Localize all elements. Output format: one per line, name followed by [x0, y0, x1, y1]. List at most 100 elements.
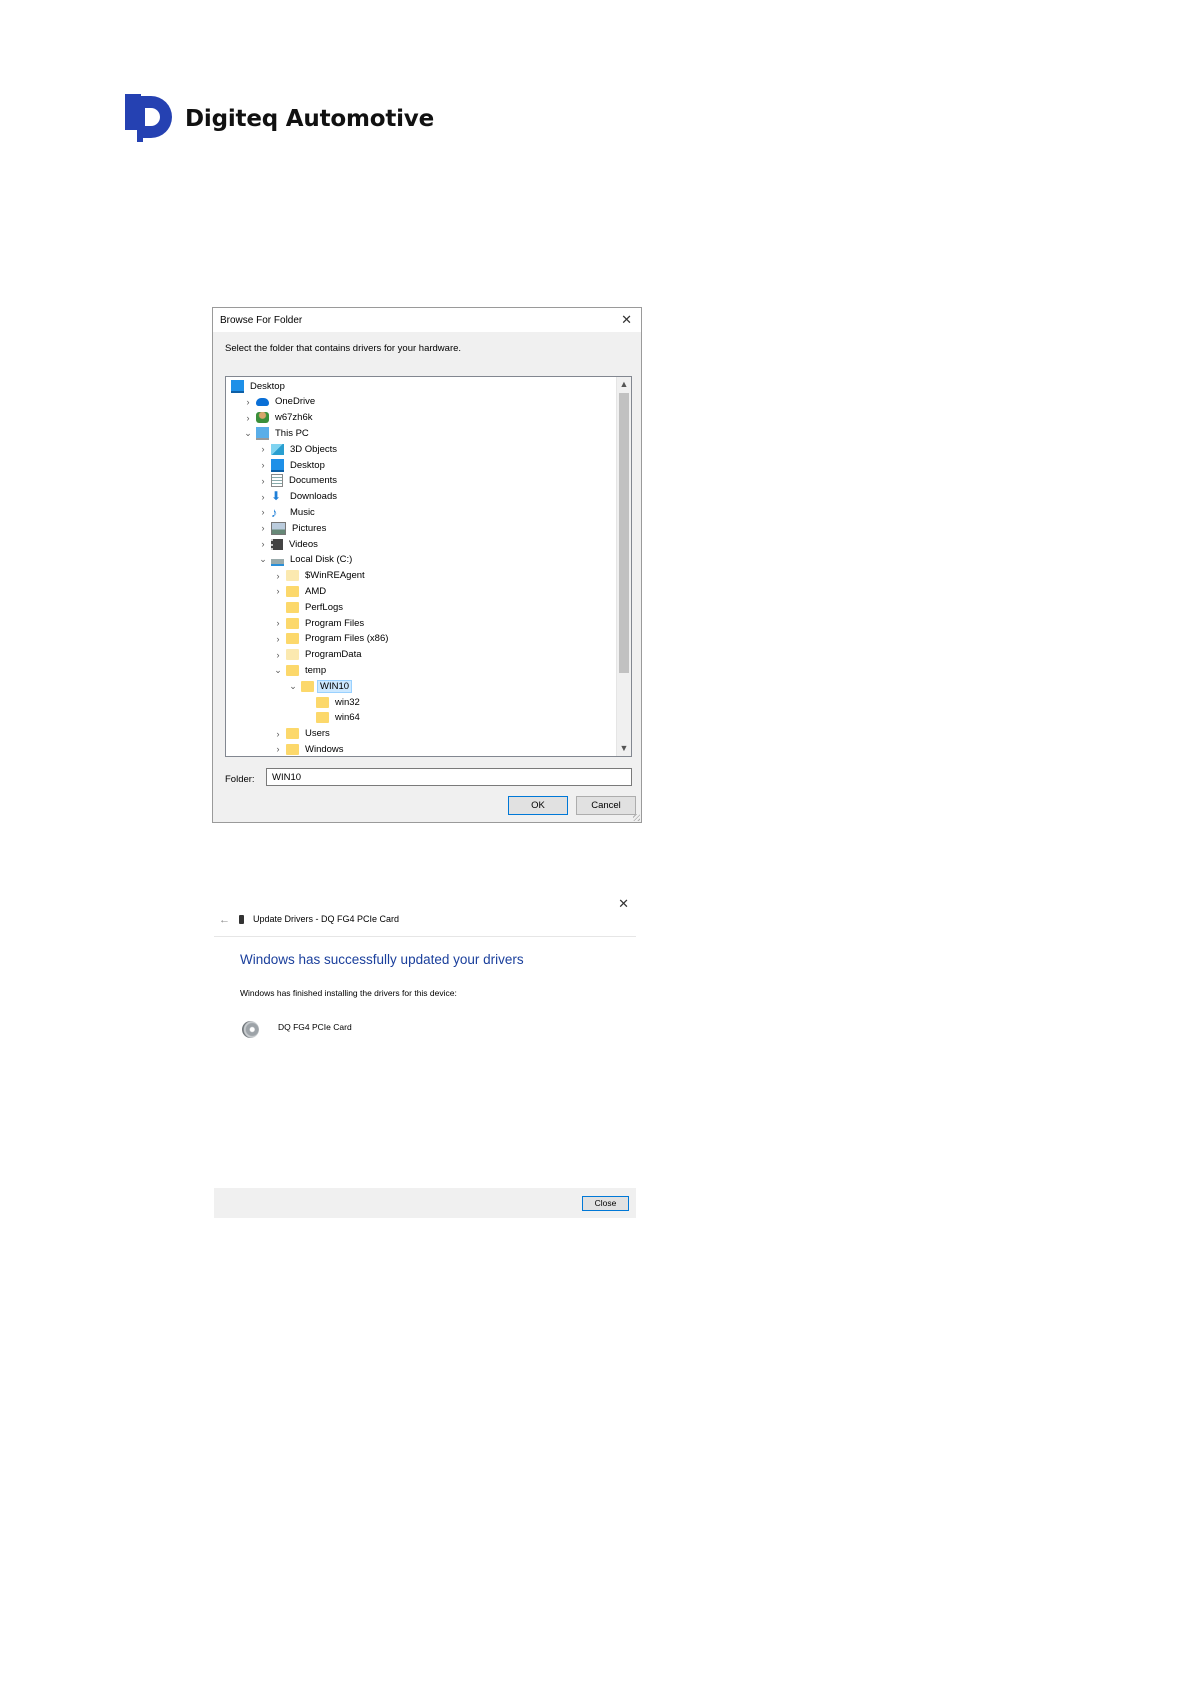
resize-grip[interactable]	[633, 814, 640, 821]
tree-item-label: Downloads	[290, 491, 337, 503]
dialog-instruction: Select the folder that contains drivers …	[225, 343, 462, 354]
ok-button[interactable]: OK	[508, 796, 568, 815]
tree-item[interactable]: › $WinREAgent	[273, 568, 367, 584]
cloud-icon	[256, 397, 269, 406]
tree-item[interactable]: › Videos	[258, 536, 320, 552]
folder-tree[interactable]: Desktop › OneDrive › w67zh6k ⌄ This PC › 3D Obje…	[225, 376, 632, 757]
tree-item[interactable]: › Windows	[273, 741, 346, 756]
tree-item[interactable]: › ⬇ Downloads	[258, 489, 339, 505]
tree-item-label: AMD	[305, 585, 327, 597]
tree-item-label: win32	[335, 696, 360, 708]
tree-item[interactable]: › Pictures	[258, 520, 328, 536]
dialog-title: Browse For Folder	[220, 314, 303, 326]
digiteq-logo-icon	[125, 94, 172, 142]
folder-pale-icon	[286, 570, 299, 582]
chevron-down-icon[interactable]: ⌄	[258, 554, 268, 565]
vertical-scrollbar[interactable]: ▲ ▼	[616, 377, 631, 756]
folder-icon	[286, 617, 299, 629]
chevron-right-icon[interactable]: ›	[273, 729, 283, 739]
tree-item-label: Windows	[305, 743, 344, 755]
tree-item[interactable]: › Program Files (x86)	[273, 631, 390, 647]
folder-input[interactable]	[266, 768, 632, 786]
tree-item[interactable]: › Desktop	[258, 457, 327, 473]
tree-item-label: Program Files	[305, 617, 365, 629]
drive-icon	[271, 553, 284, 567]
user-icon	[256, 412, 269, 424]
scroll-thumb[interactable]	[619, 393, 629, 673]
company-logo: Digiteq Automotive	[125, 94, 434, 144]
dialog-titlebar: Browse For Folder ✕	[213, 308, 641, 332]
tree-item[interactable]: ⌄ temp	[273, 662, 328, 678]
close-icon[interactable]: ✕	[621, 312, 632, 328]
film-icon	[271, 538, 283, 550]
folder-icon	[286, 728, 299, 740]
chevron-right-icon[interactable]: ›	[273, 744, 283, 754]
chevron-right-icon[interactable]: ›	[243, 397, 253, 407]
chevron-right-icon[interactable]: ›	[273, 650, 283, 660]
chevron-right-icon[interactable]: ›	[258, 539, 268, 549]
header-divider	[214, 936, 636, 937]
scroll-down-arrow-icon[interactable]: ▼	[617, 741, 631, 756]
chevron-right-icon[interactable]: ›	[258, 523, 268, 533]
device-name: DQ FG4 PCIe Card	[278, 1022, 352, 1032]
tree-item[interactable]: ⌄ WIN10	[288, 678, 353, 694]
tree-item[interactable]: › ♪ Music	[258, 504, 317, 520]
success-description: Windows has finished installing the driv…	[240, 988, 457, 998]
folder-icon	[286, 585, 299, 597]
update-dialog-title: Update Drivers - DQ FG4 PCIe Card	[253, 914, 400, 924]
close-button[interactable]: Close	[582, 1196, 629, 1211]
tree-item[interactable]: win64	[303, 710, 362, 726]
cancel-button[interactable]: Cancel	[576, 796, 636, 815]
folder-icon	[286, 743, 299, 755]
tree-item-label: Users	[305, 728, 330, 740]
update-drivers-dialog: ✕ ← Update Drivers - DQ FG4 PCIe Card Wi…	[214, 890, 636, 1218]
tree-item[interactable]: › OneDrive	[243, 394, 317, 410]
tree-item[interactable]: PerfLogs	[273, 599, 345, 615]
tree-item-label: win64	[335, 712, 360, 724]
chevron-down-icon[interactable]: ⌄	[273, 665, 283, 676]
tree-item[interactable]: ⌄ This PC	[243, 425, 311, 441]
tree-item[interactable]: Desktop	[228, 378, 287, 394]
folder-pale-icon	[286, 649, 299, 661]
chevron-down-icon[interactable]: ⌄	[288, 681, 298, 692]
tree-item-label: PerfLogs	[305, 601, 344, 613]
tree-item[interactable]: win32	[303, 694, 362, 710]
folder-label: Folder:	[225, 774, 255, 785]
tree-item-label: OneDrive	[275, 396, 316, 408]
chevron-right-icon[interactable]: ›	[258, 476, 268, 486]
close-icon[interactable]: ✕	[618, 896, 629, 912]
dialog-footer: Close	[214, 1188, 636, 1218]
tree-item[interactable]: › w67zh6k	[243, 410, 315, 426]
folder-icon	[286, 633, 299, 645]
chevron-right-icon[interactable]: ›	[273, 618, 283, 628]
tree-item-label: temp	[305, 664, 327, 676]
chevron-right-icon[interactable]: ›	[258, 492, 268, 502]
tree-item[interactable]: › AMD	[273, 583, 328, 599]
tree-item-label: Local Disk (C:)	[290, 554, 353, 566]
tree-item[interactable]: › Users	[273, 726, 332, 742]
chevron-right-icon[interactable]: ›	[273, 571, 283, 581]
back-arrow-icon[interactable]: ←	[219, 914, 230, 926]
tree-item[interactable]: › 3D Objects	[258, 441, 339, 457]
driver-disc-icon	[242, 1021, 259, 1038]
picture-icon	[271, 521, 286, 535]
tree-item[interactable]: › Documents	[258, 473, 339, 489]
chevron-right-icon[interactable]: ›	[258, 444, 268, 454]
tree-item[interactable]: › ProgramData	[273, 647, 364, 663]
chevron-right-icon[interactable]: ›	[273, 586, 283, 596]
tree-item-label: WIN10	[316, 679, 353, 693]
folder-icon	[286, 601, 299, 613]
device-icon	[239, 915, 244, 924]
folder-icon	[301, 680, 314, 692]
scroll-up-arrow-icon[interactable]: ▲	[617, 377, 631, 392]
tree-item[interactable]: › Program Files	[273, 615, 366, 631]
chevron-right-icon[interactable]: ›	[273, 634, 283, 644]
tree-item[interactable]: ⌄ Local Disk (C:)	[258, 552, 354, 568]
chevron-right-icon[interactable]: ›	[258, 507, 268, 517]
chevron-right-icon[interactable]: ›	[258, 460, 268, 470]
tree-item-label: $WinREAgent	[305, 570, 365, 582]
chevron-down-icon[interactable]: ⌄	[243, 428, 253, 439]
tree-item-label: Pictures	[292, 522, 327, 534]
logo-text: Digiteq Automotive	[185, 106, 434, 132]
chevron-right-icon[interactable]: ›	[243, 413, 253, 423]
